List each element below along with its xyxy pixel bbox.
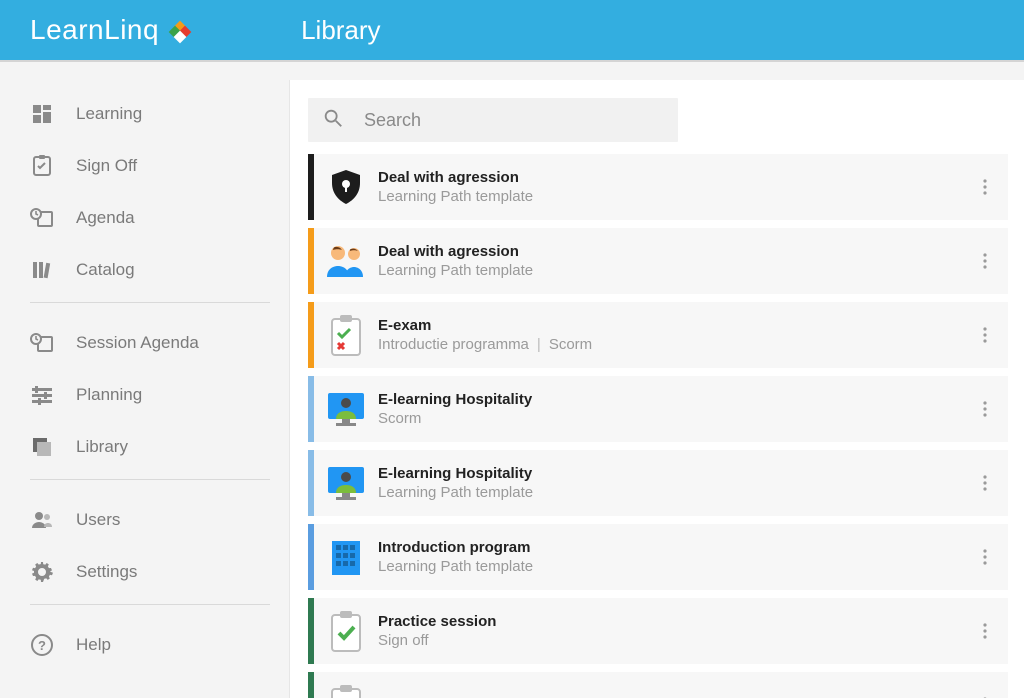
sidebar-item-help[interactable]: ? Help	[30, 619, 270, 671]
books-icon	[30, 258, 76, 282]
item-subtitle: Sign off	[378, 632, 962, 649]
sidebar-item-users[interactable]: Users	[30, 494, 270, 546]
item-info: E-exam Introductie programma|Scorm	[378, 317, 962, 353]
item-menu-button[interactable]	[962, 474, 1008, 492]
sidebar-item-label: Planning	[76, 385, 142, 405]
library-item[interactable]: E-exam Introductie programma|Scorm	[308, 302, 1008, 368]
sidebar-group-3: ? Help	[30, 619, 270, 677]
library-item[interactable]: E-learning Hospitality Scorm	[308, 376, 1008, 442]
search-input[interactable]	[362, 109, 664, 132]
item-title: Practice session	[378, 613, 962, 630]
library-item[interactable]: Practice session	[308, 672, 1008, 698]
item-thumbnail-icon	[314, 241, 378, 281]
item-title: Introduction program	[378, 539, 962, 556]
sidebar-item-catalog[interactable]: Catalog	[30, 244, 270, 296]
library-item[interactable]: Practice session Sign off	[308, 598, 1008, 664]
item-info: E-learning Hospitality Scorm	[378, 391, 962, 427]
sidebar-item-label: Catalog	[76, 260, 135, 280]
brand-name: LearnLinq	[30, 14, 159, 46]
sidebar-item-signoff[interactable]: Sign Off	[30, 140, 270, 192]
item-menu-button[interactable]	[962, 400, 1008, 418]
sidebar-item-label: Users	[76, 510, 120, 530]
item-subtitle: Scorm	[378, 410, 962, 427]
item-thumbnail-icon	[314, 609, 378, 653]
library-list: Deal with agression Learning Path templat…	[290, 154, 1024, 698]
library-item[interactable]: Deal with agression Learning Path templat…	[308, 154, 1008, 220]
checklist-icon	[30, 154, 76, 178]
sidebar-group-2: Users Settings	[30, 494, 270, 605]
item-thumbnail-icon	[314, 389, 378, 429]
sidebar-item-label: Session Agenda	[76, 333, 199, 353]
sidebar-item-label: Settings	[76, 562, 137, 582]
item-info: E-learning Hospitality Learning Path temp…	[378, 465, 962, 501]
sidebar-item-learning[interactable]: Learning	[30, 88, 270, 140]
sidebar-group-1: Session Agenda Planning Library	[30, 317, 270, 480]
item-thumbnail-icon	[314, 313, 378, 357]
item-subtitle: Learning Path template	[378, 484, 962, 501]
library-item[interactable]: E-learning Hospitality Learning Path temp…	[308, 450, 1008, 516]
users-icon	[30, 508, 76, 532]
brand-glyph-icon	[165, 17, 191, 43]
item-title: E-learning Hospitality	[378, 465, 962, 482]
help-icon: ?	[30, 633, 76, 657]
sidebar-item-library[interactable]: Library	[30, 421, 270, 473]
sidebar-item-label: Learning	[76, 104, 142, 124]
app-header: LearnLinq Library	[0, 0, 1024, 60]
sidebar-item-label: Help	[76, 635, 111, 655]
sidebar: Learning Sign Off Agenda Catalog	[0, 62, 290, 698]
item-title: E-learning Hospitality	[378, 391, 962, 408]
sidebar-item-settings[interactable]: Settings	[30, 546, 270, 598]
library-item[interactable]: Introduction program Learning Path templa…	[308, 524, 1008, 590]
item-title: Deal with agression	[378, 243, 962, 260]
item-info: Deal with agression Learning Path templat…	[378, 169, 962, 205]
item-subtitle: Learning Path template	[378, 262, 962, 279]
item-subtitle: Learning Path template	[378, 188, 962, 205]
main-panel: Deal with agression Learning Path templat…	[290, 80, 1024, 698]
library-item[interactable]: Deal with agression Learning Path templat…	[308, 228, 1008, 294]
page-title: Library	[301, 15, 380, 46]
item-menu-button[interactable]	[962, 178, 1008, 196]
item-menu-button[interactable]	[962, 548, 1008, 566]
stacks-icon	[30, 435, 76, 459]
item-title: E-exam	[378, 317, 962, 334]
item-thumbnail-icon	[314, 463, 378, 503]
svg-text:?: ?	[38, 638, 46, 653]
sidebar-item-label: Agenda	[76, 208, 135, 228]
item-title: Deal with agression	[378, 169, 962, 186]
search-box[interactable]	[308, 98, 678, 142]
gear-icon	[30, 560, 76, 584]
item-thumbnail-icon	[314, 537, 378, 577]
item-menu-button[interactable]	[962, 622, 1008, 640]
sidebar-item-session-agenda[interactable]: Session Agenda	[30, 317, 270, 369]
item-thumbnail-icon	[314, 166, 378, 208]
clock-calendar-icon	[30, 206, 76, 230]
item-thumbnail-icon	[314, 683, 378, 698]
item-menu-button[interactable]	[962, 252, 1008, 270]
sliders-icon	[30, 383, 76, 407]
sidebar-group-0: Learning Sign Off Agenda Catalog	[30, 88, 270, 303]
dashboard-icon	[30, 102, 76, 126]
search-icon	[322, 107, 362, 134]
brand-logo: LearnLinq	[30, 14, 191, 46]
sidebar-item-label: Library	[76, 437, 128, 457]
item-subtitle: Learning Path template	[378, 558, 962, 575]
item-info: Practice session Sign off	[378, 613, 962, 649]
sidebar-item-label: Sign Off	[76, 156, 137, 176]
item-menu-button[interactable]	[962, 326, 1008, 344]
item-subtitle: Introductie programma|Scorm	[378, 336, 962, 353]
sidebar-item-agenda[interactable]: Agenda	[30, 192, 270, 244]
item-info: Deal with agression Learning Path templat…	[378, 243, 962, 279]
item-info: Introduction program Learning Path templa…	[378, 539, 962, 575]
clock-calendar-icon	[30, 331, 76, 355]
sidebar-item-planning[interactable]: Planning	[30, 369, 270, 421]
